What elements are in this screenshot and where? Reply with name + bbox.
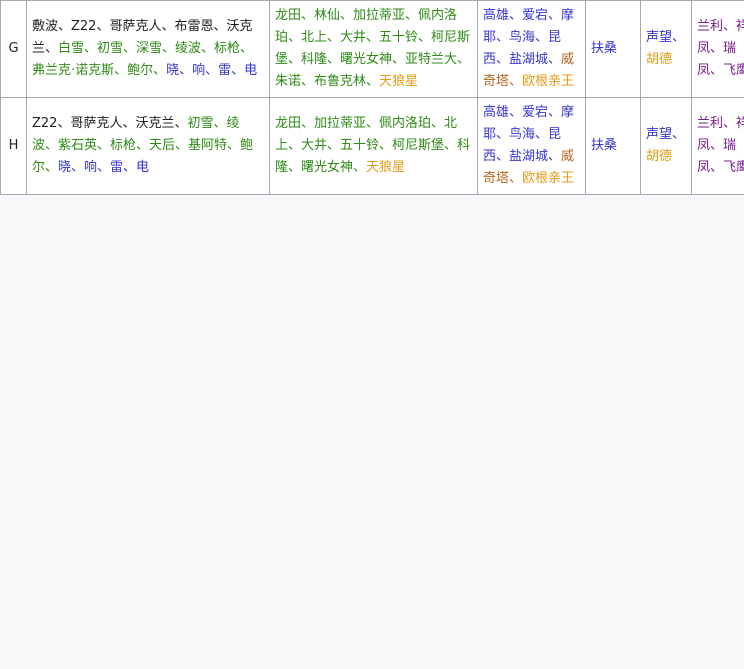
cell-c1: Z22、哥萨克人、沃克兰、初雪、绫波、紫石英、标枪、天后、基阿特、鲍尔、晓、响、… — [26, 97, 270, 195]
cell-c4: 扶桑 — [585, 97, 641, 195]
ship-name-list: 龙田、林仙、加拉蒂亚、佩内洛珀、北上、大井、五十铃、柯尼斯堡、科隆、曙光女神、亚… — [275, 8, 471, 89]
cell-c2: 龙田、林仙、加拉蒂亚、佩内洛珀、北上、大井、五十铃、柯尼斯堡、科隆、曙光女神、亚… — [269, 0, 478, 98]
ship-name-list: 兰利、祥凤、瑞凤、飞鹰 — [697, 116, 744, 175]
cell-c6: 兰利、祥凤、瑞凤、飞鹰 — [691, 97, 744, 195]
ship-name-list: 晓、响、雷、电 — [166, 63, 258, 78]
ship-name-list: Z22、哥萨克人、沃克兰、 — [32, 116, 188, 131]
ship-name-list: 天狼星 — [366, 160, 406, 175]
ship-name-list: 胡德 — [646, 52, 673, 67]
cell-c1: 敷波、Z22、哥萨克人、布雷恩、沃克兰、白雪、初雪、深雪、绫波、标枪、弗兰克·诺… — [26, 0, 270, 98]
ship-name-list: 声望、 — [646, 127, 686, 142]
cell-c5: 声望、胡德 — [640, 0, 692, 98]
map-enemy-table: G 敷波、Z22、哥萨克人、布雷恩、沃克兰、白雪、初雪、深雪、绫波、标枪、弗兰克·… — [0, 0, 744, 195]
cell-c3: 高雄、爱宕、摩耶、鸟海、昆西、盐湖城、威奇塔、欧根亲王 — [477, 97, 586, 195]
cell-c6: 兰利、祥凤、瑞凤、飞鹰 — [691, 0, 744, 98]
ship-name-list: 胡德 — [646, 149, 673, 164]
ship-name-list: 弗兰克·诺克斯、鲍尔、 — [32, 63, 167, 78]
ship-name-list: 白雪、初雪、深雪、绫波、标枪、 — [58, 41, 254, 56]
table-row: H Z22、哥萨克人、沃克兰、初雪、绫波、紫石英、标枪、天后、基阿特、鲍尔、晓、响… — [0, 97, 744, 195]
table-body: G 敷波、Z22、哥萨克人、布雷恩、沃克兰、白雪、初雪、深雪、绫波、标枪、弗兰克·… — [0, 0, 744, 195]
ship-name-list: 晓、响、雷、电 — [58, 160, 150, 175]
ship-name-list: 扶桑 — [591, 41, 618, 56]
cell-c3: 高雄、爱宕、摩耶、鸟海、昆西、盐湖城、威奇塔、欧根亲王 — [477, 0, 586, 98]
ship-name-list: 欧根亲王 — [522, 171, 575, 186]
ship-name-list: 扶桑 — [591, 138, 618, 153]
ship-name-list: 天狼星 — [379, 74, 419, 89]
cell-c5: 声望、胡德 — [640, 97, 692, 195]
row-key-label: H — [0, 97, 27, 195]
cell-c2: 龙田、加拉蒂亚、佩内洛珀、北上、大井、五十铃、柯尼斯堡、科隆、曙光女神、天狼星 — [269, 97, 478, 195]
table-row: G 敷波、Z22、哥萨克人、布雷恩、沃克兰、白雪、初雪、深雪、绫波、标枪、弗兰克·… — [0, 0, 744, 98]
ship-name-list: 欧根亲王 — [522, 74, 575, 89]
cell-c4: 扶桑 — [585, 0, 641, 98]
ship-name-list: 兰利、祥凤、瑞凤、飞鹰 — [697, 19, 744, 78]
row-key-label: G — [0, 0, 27, 98]
ship-name-list: 声望、 — [646, 30, 686, 45]
